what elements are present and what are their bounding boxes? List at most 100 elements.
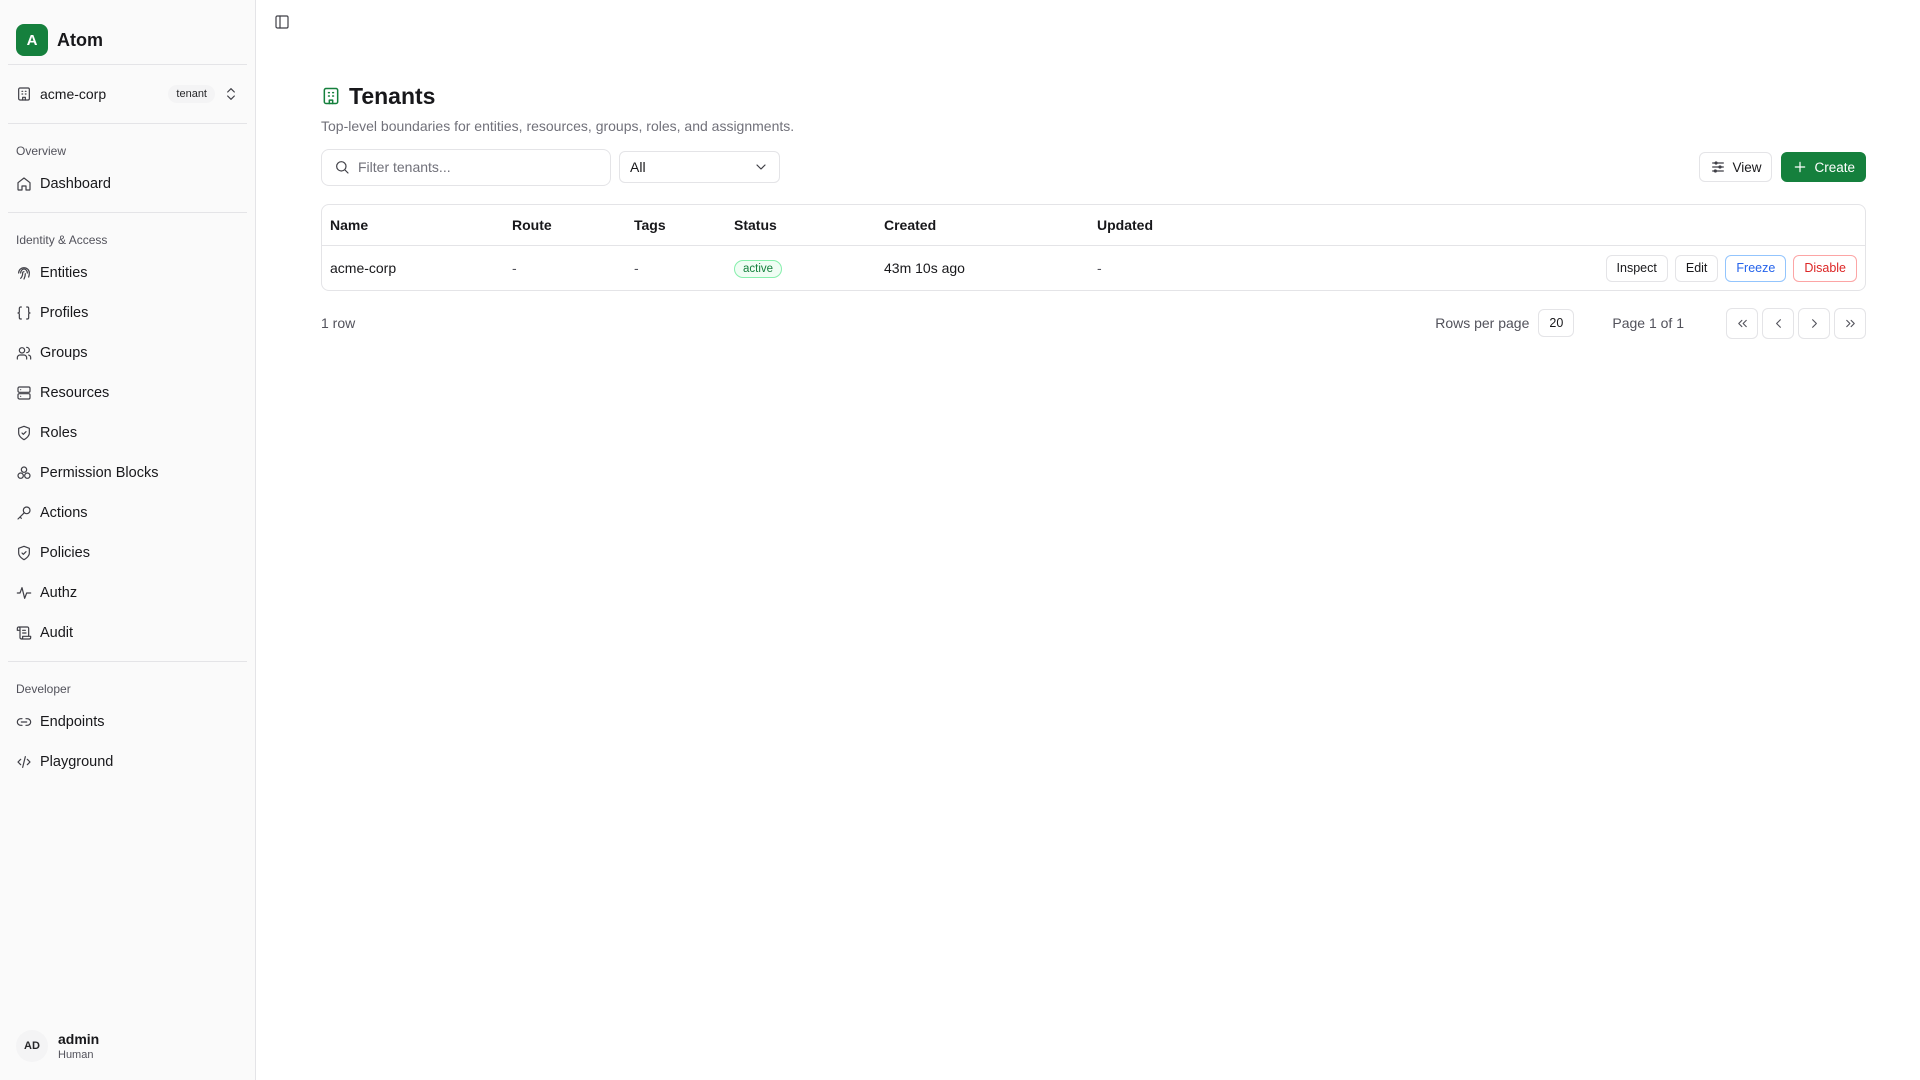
column-header-updated[interactable]: Updated bbox=[1097, 217, 1153, 233]
search-input[interactable] bbox=[358, 159, 598, 175]
sidebar-item-label: Permission Blocks bbox=[40, 465, 159, 481]
search-box bbox=[321, 148, 611, 186]
sidebar-item-policies[interactable]: Policies bbox=[0, 533, 255, 573]
sidebar-item-label: Endpoints bbox=[40, 714, 105, 730]
column-header-status[interactable]: Status bbox=[734, 217, 777, 233]
sidebar-item-entities[interactable]: Entities bbox=[0, 253, 255, 293]
cell-route: - bbox=[512, 260, 517, 276]
sidebar-item-resources[interactable]: Resources bbox=[0, 373, 255, 413]
nav-section-label: Identity & Access bbox=[16, 233, 108, 247]
column-header-route[interactable]: Route bbox=[512, 217, 552, 233]
rows-per-page-label: Rows per page bbox=[1435, 315, 1530, 331]
home-icon bbox=[16, 176, 32, 192]
nav-section-label: Developer bbox=[16, 682, 71, 696]
page-title: Tenants bbox=[349, 82, 436, 109]
status-filter-value: All bbox=[630, 159, 646, 175]
shield-icon bbox=[16, 425, 32, 441]
row-count: 1 row bbox=[321, 315, 356, 331]
toolbar: All View Create bbox=[321, 148, 1866, 186]
sidebar-item-endpoints[interactable]: Endpoints bbox=[0, 702, 255, 742]
page-header: Tenants bbox=[321, 80, 1866, 112]
chevron-right-icon bbox=[1811, 318, 1817, 328]
fingerprint-icon bbox=[16, 265, 32, 281]
plus-icon bbox=[1792, 159, 1808, 175]
sidebar-item-profiles[interactable]: Profiles bbox=[0, 293, 255, 333]
page-content: Tenants Top-level boundaries for entitie… bbox=[321, 80, 1866, 339]
nav-section-label: Overview bbox=[16, 144, 67, 158]
pagination: 1 row Rows per page 20 Page 1 of 1 bbox=[321, 307, 1866, 339]
user-info: admin Human bbox=[58, 1031, 99, 1061]
user-name: admin bbox=[58, 1031, 100, 1047]
user-role: Human bbox=[58, 1049, 94, 1061]
braces-icon bbox=[16, 305, 32, 321]
chevron-left-icon bbox=[1775, 318, 1781, 328]
cell-tags: - bbox=[634, 260, 639, 276]
tenants-table: Name Route Tags Status Created Updated a… bbox=[321, 204, 1866, 291]
server-icon bbox=[16, 385, 32, 401]
nav-section-developer: Developer Endpoints Playground bbox=[0, 662, 255, 790]
rows-per-page-select[interactable]: 20 bbox=[1538, 309, 1575, 337]
sidebar-item-label: Audit bbox=[40, 625, 74, 641]
column-header-created[interactable]: Created bbox=[884, 217, 936, 233]
search-icon bbox=[334, 159, 350, 175]
nav-section-identity: Identity & Access Entities Profiles Grou… bbox=[0, 213, 255, 661]
sidebar-item-label: Entities bbox=[40, 265, 88, 281]
activity-icon bbox=[16, 585, 32, 601]
chevrons-right-icon bbox=[1845, 319, 1855, 327]
sidebar-toggle-icon[interactable] bbox=[274, 14, 290, 30]
chevrons-left-icon bbox=[1737, 319, 1747, 327]
disable-button[interactable]: Disable bbox=[1793, 254, 1857, 282]
scroll-icon bbox=[16, 625, 32, 641]
table-header-row: Name Route Tags Status Created Updated bbox=[322, 205, 1865, 246]
table-row[interactable]: acme-corp - - active 43m 10s ago - Inspe… bbox=[322, 246, 1865, 290]
last-page-button[interactable] bbox=[1834, 307, 1866, 339]
building-icon bbox=[321, 86, 341, 106]
prev-page-button[interactable] bbox=[1762, 307, 1794, 339]
nav-section-overview: Overview Dashboard bbox=[0, 124, 255, 212]
freeze-button[interactable]: Freeze bbox=[1725, 254, 1787, 282]
sidebar-item-audit[interactable]: Audit bbox=[0, 613, 255, 653]
brand[interactable]: A Atom bbox=[0, 0, 255, 64]
column-header-name[interactable]: Name bbox=[330, 217, 368, 233]
sidebar-item-roles[interactable]: Roles bbox=[0, 413, 255, 453]
column-header-tags[interactable]: Tags bbox=[634, 217, 666, 233]
sidebar-item-label: Playground bbox=[40, 754, 114, 770]
user-menu[interactable]: AD admin Human bbox=[0, 1012, 255, 1080]
edit-button[interactable]: Edit bbox=[1674, 254, 1719, 282]
sidebar-item-label: Resources bbox=[40, 385, 110, 401]
blocks-icon bbox=[16, 465, 32, 481]
first-page-button[interactable] bbox=[1726, 307, 1758, 339]
app-name: Atom bbox=[57, 29, 103, 50]
tenant-name: acme-corp bbox=[40, 86, 107, 102]
status-badge: active bbox=[734, 259, 783, 278]
tenant-switcher[interactable]: acme-corp tenant bbox=[0, 65, 255, 123]
view-options-button[interactable]: View bbox=[1699, 152, 1773, 182]
link-icon bbox=[16, 714, 32, 730]
cell-status: active bbox=[734, 259, 783, 278]
sidebar-item-permission-blocks[interactable]: Permission Blocks bbox=[0, 453, 255, 493]
cell-updated: - bbox=[1097, 260, 1102, 276]
sidebar-item-label: Roles bbox=[40, 425, 78, 441]
sidebar-item-label: Actions bbox=[40, 505, 88, 521]
chevrons-up-down-icon bbox=[223, 86, 239, 102]
sidebar-item-authz[interactable]: Authz bbox=[0, 573, 255, 613]
key-icon bbox=[16, 505, 32, 521]
sidebar-item-groups[interactable]: Groups bbox=[0, 333, 255, 373]
code-icon bbox=[16, 754, 32, 770]
chevron-down-icon bbox=[753, 159, 769, 175]
sidebar-item-label: Policies bbox=[40, 545, 90, 561]
sidebar-item-dashboard[interactable]: Dashboard bbox=[0, 164, 255, 204]
create-label: Create bbox=[1814, 159, 1855, 175]
create-button[interactable]: Create bbox=[1781, 152, 1866, 182]
inspect-button[interactable]: Inspect bbox=[1605, 254, 1668, 282]
next-page-button[interactable] bbox=[1798, 307, 1830, 339]
cell-name: acme-corp bbox=[330, 260, 397, 276]
main-content: Tenants Top-level boundaries for entitie… bbox=[256, 0, 1920, 1080]
sidebar-item-playground[interactable]: Playground bbox=[0, 742, 255, 782]
app-root: A Atom acme-corp tenant Overview Dashboa… bbox=[0, 0, 1920, 1080]
status-filter-select[interactable]: All bbox=[619, 151, 780, 183]
sliders-icon bbox=[1710, 159, 1726, 175]
sidebar-item-label: Profiles bbox=[40, 305, 89, 321]
shield-check-icon bbox=[16, 545, 32, 561]
sidebar-item-actions[interactable]: Actions bbox=[0, 493, 255, 533]
